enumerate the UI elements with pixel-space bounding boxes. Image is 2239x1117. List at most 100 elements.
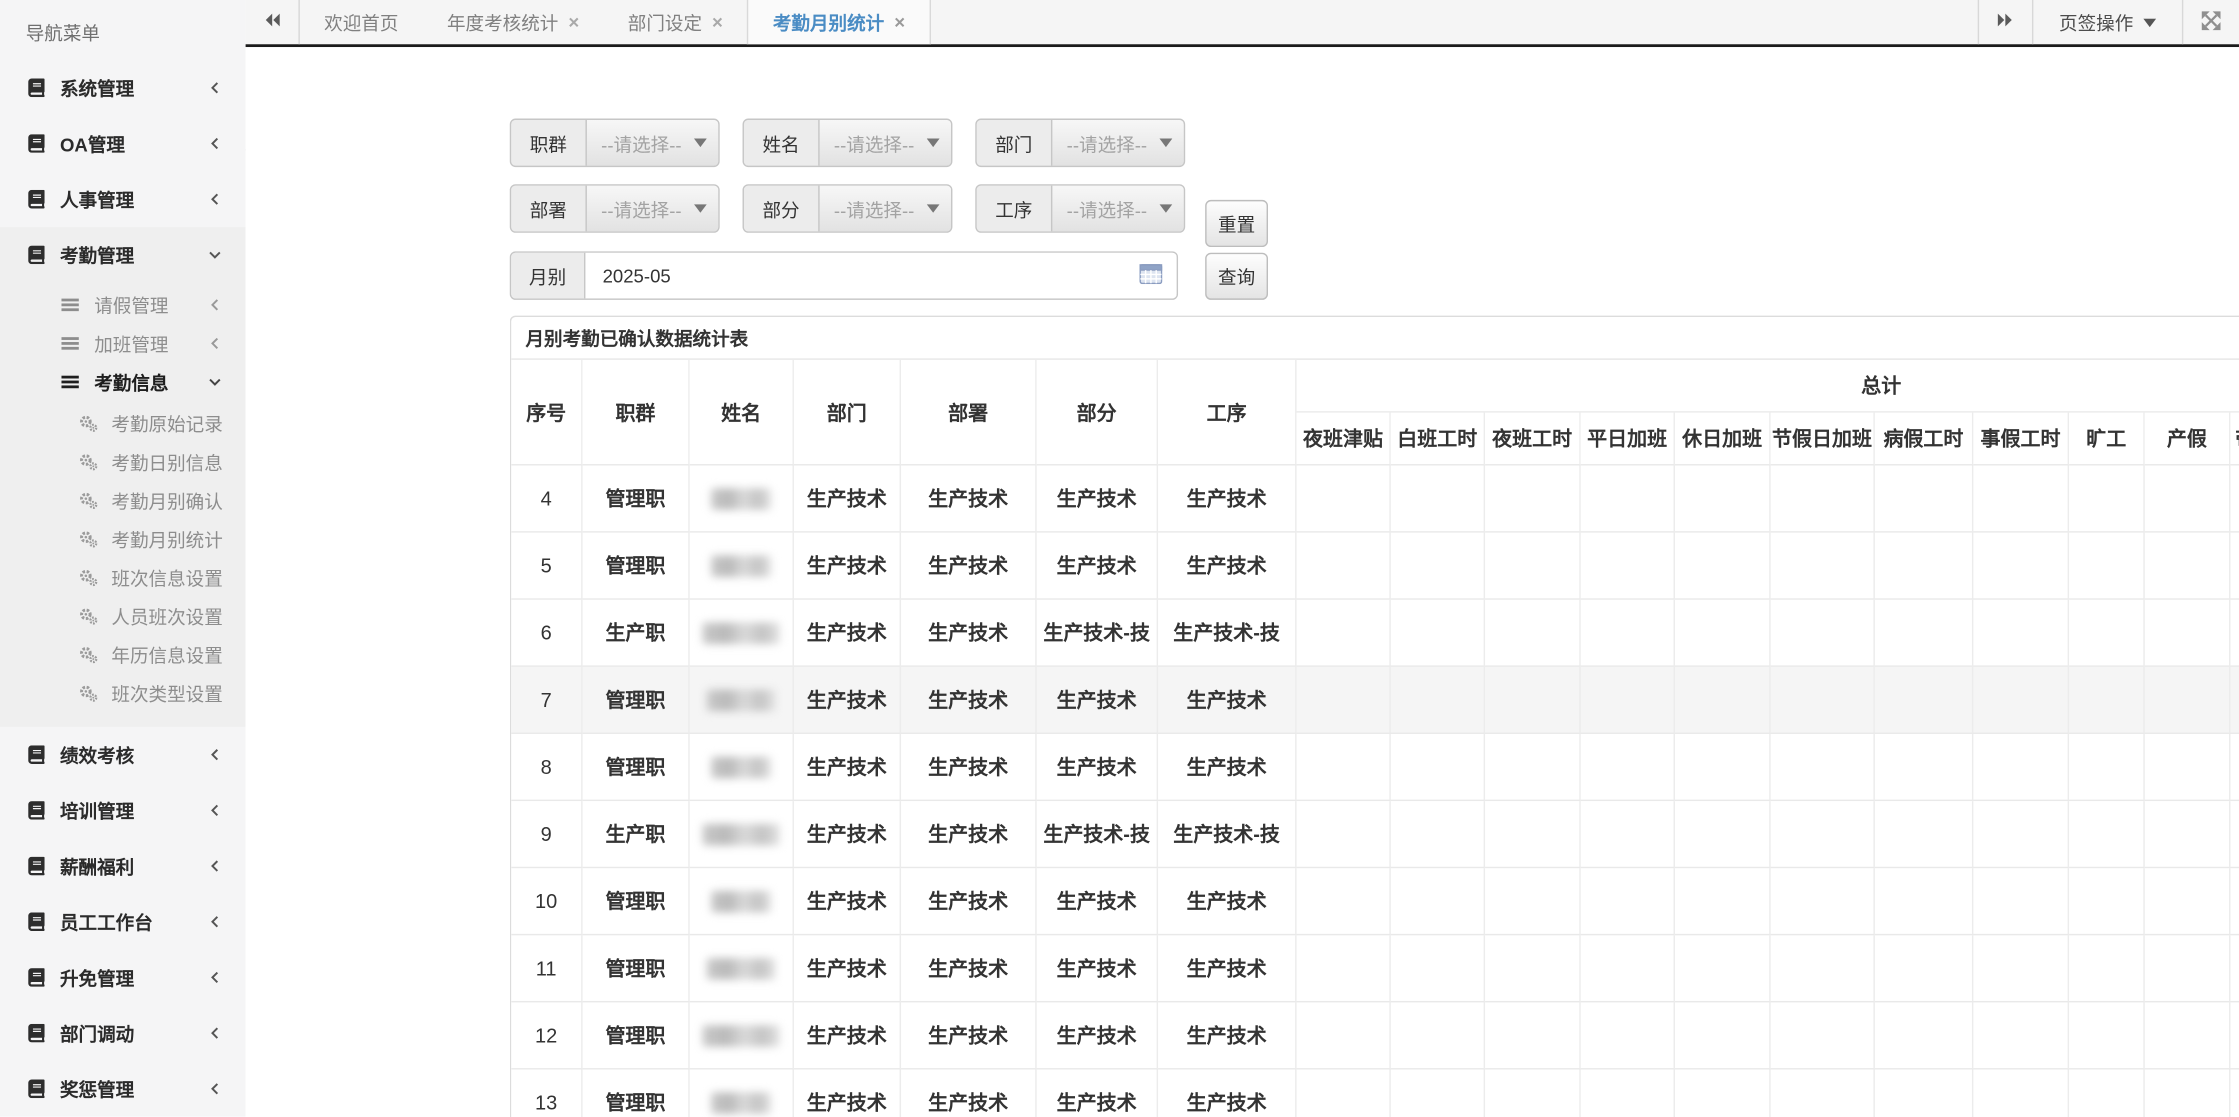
filter-select[interactable]: --请选择-- <box>585 186 718 232</box>
column-header: 休日加班 <box>1675 413 1771 466</box>
table-cell: 生产技术-技 <box>1158 801 1297 868</box>
table-row[interactable]: 4管理职生产技术生产技术生产技术生产技术 <box>511 466 2239 533</box>
chevron-down-icon <box>694 204 707 213</box>
table-cell-empty <box>1297 600 1391 667</box>
redacted-name-blur <box>711 488 771 509</box>
filter-select[interactable]: --请选择-- <box>585 120 718 166</box>
sidebar-subitem[interactable]: 考勤日别信息 <box>0 443 246 482</box>
table-cell-empty <box>2230 1070 2239 1117</box>
sidebar-item[interactable]: 系统管理 <box>0 60 246 116</box>
redacted-name-blur <box>703 622 780 643</box>
table-cell-empty <box>1581 801 1675 868</box>
table-cell: 生产技术 <box>1037 935 1158 1002</box>
tab-item[interactable]: 欢迎首页 <box>300 0 423 44</box>
table-cell: 8 <box>511 734 582 801</box>
sidebar-item[interactable]: 薪酬福利 <box>0 838 246 894</box>
chevron-left-icon <box>207 80 223 96</box>
tab-item[interactable]: 部门设定× <box>603 0 747 44</box>
table-cell-empty <box>1771 868 1875 935</box>
table-cell-empty <box>1391 801 1485 868</box>
tabs-scroll-right-button[interactable] <box>1978 0 2032 44</box>
sidebar-item-label: 考勤月别统计 <box>111 525 245 552</box>
sidebar-subitem[interactable]: 班次类型设置 <box>0 674 246 713</box>
sidebar-item[interactable]: 考勤信息 <box>0 363 246 402</box>
book-icon <box>26 912 47 931</box>
table-row[interactable]: 12管理职生产技术生产技术生产技术生产技术 <box>511 1002 2239 1069</box>
filter-row-1: 职群--请选择--姓名--请选择--部门--请选择-- <box>510 119 1208 168</box>
table-cell-empty <box>1581 466 1675 533</box>
table-row[interactable]: 11管理职生产技术生产技术生产技术生产技术 <box>511 935 2239 1002</box>
table-row[interactable]: 13管理职生产技术生产技术生产技术生产技术 <box>511 1070 2239 1117</box>
table-cell: 管理职 <box>583 667 690 734</box>
table-cell: 生产技术-技 <box>1158 600 1297 667</box>
table-cell-empty <box>1875 801 1974 868</box>
table-cell-empty <box>2230 667 2239 734</box>
query-button[interactable]: 查询 <box>1205 253 1268 300</box>
table-cell-empty <box>2230 1002 2239 1069</box>
sidebar-item[interactable]: 绩效考核 <box>0 727 246 783</box>
table-cell-empty <box>2145 1002 2231 1069</box>
table-cell: 管理职 <box>583 533 690 600</box>
tab-active[interactable]: 考勤月别统计× <box>747 0 931 44</box>
table-row[interactable]: 5管理职生产技术生产技术生产技术生产技术 <box>511 533 2239 600</box>
table-cell: 生产技术-技 <box>1037 801 1158 868</box>
tabs-scroll-left-button[interactable] <box>246 0 300 44</box>
sidebar-subitem[interactable]: 考勤月别确认 <box>0 481 246 520</box>
column-header: 姓名 <box>690 360 794 466</box>
double-right-icon <box>1996 11 2016 32</box>
sidebar-submenu: 考勤原始记录考勤日别信息考勤月别确认考勤月别统计班次信息设置人员班次设置年历信息… <box>0 401 246 715</box>
table-row[interactable]: 7管理职生产技术生产技术生产技术生产技术 <box>511 667 2239 734</box>
table-row[interactable]: 10管理职生产技术生产技术生产技术生产技术 <box>511 868 2239 935</box>
month-input[interactable]: 2025-05 <box>585 253 1176 299</box>
tab-item[interactable]: 年度考核统计× <box>423 0 604 44</box>
sidebar-item[interactable]: OA管理 <box>0 116 246 172</box>
table-cell-empty <box>1485 600 1581 667</box>
redacted-name-blur <box>707 957 776 978</box>
table-row[interactable]: 9生产职生产技术生产技术生产技术-技生产技术-技 <box>511 801 2239 868</box>
table-row[interactable]: 8管理职生产技术生产技术生产技术生产技术 <box>511 734 2239 801</box>
table-cell-empty <box>1391 935 1485 1002</box>
filter-select[interactable]: --请选择-- <box>818 186 951 232</box>
chevron-down-icon <box>927 204 940 213</box>
sidebar-item[interactable]: 人事管理 <box>0 171 246 227</box>
sidebar-subitem[interactable]: 年历信息设置 <box>0 635 246 674</box>
name-cell-redacted <box>690 667 794 734</box>
sidebar-item[interactable]: 奖惩管理 <box>0 1061 246 1117</box>
sidebar-item[interactable]: 请假管理 <box>0 286 246 325</box>
close-icon[interactable]: × <box>894 13 905 32</box>
filter-group: 部分--请选择-- <box>743 184 953 233</box>
statistics-panel: 月别考勤已确认数据统计表 序号职群姓名部门部署部分工序总计夜班津贴白班工时夜班工… <box>510 316 2239 1117</box>
calendar-icon[interactable] <box>1139 263 1162 289</box>
table-cell: 10 <box>511 868 582 935</box>
sidebar-item[interactable]: 部门调动 <box>0 1005 246 1061</box>
reset-button[interactable]: 重置 <box>1205 200 1268 247</box>
table-cell-empty <box>1297 801 1391 868</box>
sidebar-item[interactable]: 升免管理 <box>0 950 246 1006</box>
table-cell: 生产技术 <box>794 667 901 734</box>
filter-select[interactable]: --请选择-- <box>1051 120 1184 166</box>
filter-select[interactable]: --请选择-- <box>1051 186 1184 232</box>
close-icon[interactable]: × <box>568 13 579 32</box>
table-cell-empty <box>1391 600 1485 667</box>
sidebar-subitem[interactable]: 班次信息设置 <box>0 558 246 597</box>
table-row[interactable]: 6生产职生产技术生产技术生产技术-技生产技术-技 <box>511 600 2239 667</box>
sidebar-subitem[interactable]: 人员班次设置 <box>0 597 246 636</box>
chevron-left-icon <box>207 970 223 986</box>
table-cell-empty <box>1485 1002 1581 1069</box>
sidebar-subitem[interactable]: 考勤月别统计 <box>0 520 246 559</box>
close-icon[interactable]: × <box>712 13 723 32</box>
filter-label: 姓名 <box>744 120 818 166</box>
table-cell-empty <box>2069 801 2145 868</box>
filter-select[interactable]: --请选择-- <box>818 120 951 166</box>
sidebar-item[interactable]: 培训管理 <box>0 783 246 839</box>
sidebar-item[interactable]: 考勤管理 <box>0 227 246 283</box>
table-cell-empty <box>1875 533 1974 600</box>
sidebar-item[interactable]: 员工工作台 <box>0 894 246 950</box>
group-header-label: 总计 <box>1297 360 2239 413</box>
tab-operations-dropdown[interactable]: 页签操作 <box>2032 0 2182 44</box>
sidebar-item[interactable]: 加班管理 <box>0 324 246 363</box>
table-cell-empty <box>1675 533 1771 600</box>
fullscreen-button[interactable] <box>2182 0 2239 44</box>
filter-label: 部门 <box>977 120 1051 166</box>
sidebar-subitem[interactable]: 考勤原始记录 <box>0 404 246 443</box>
